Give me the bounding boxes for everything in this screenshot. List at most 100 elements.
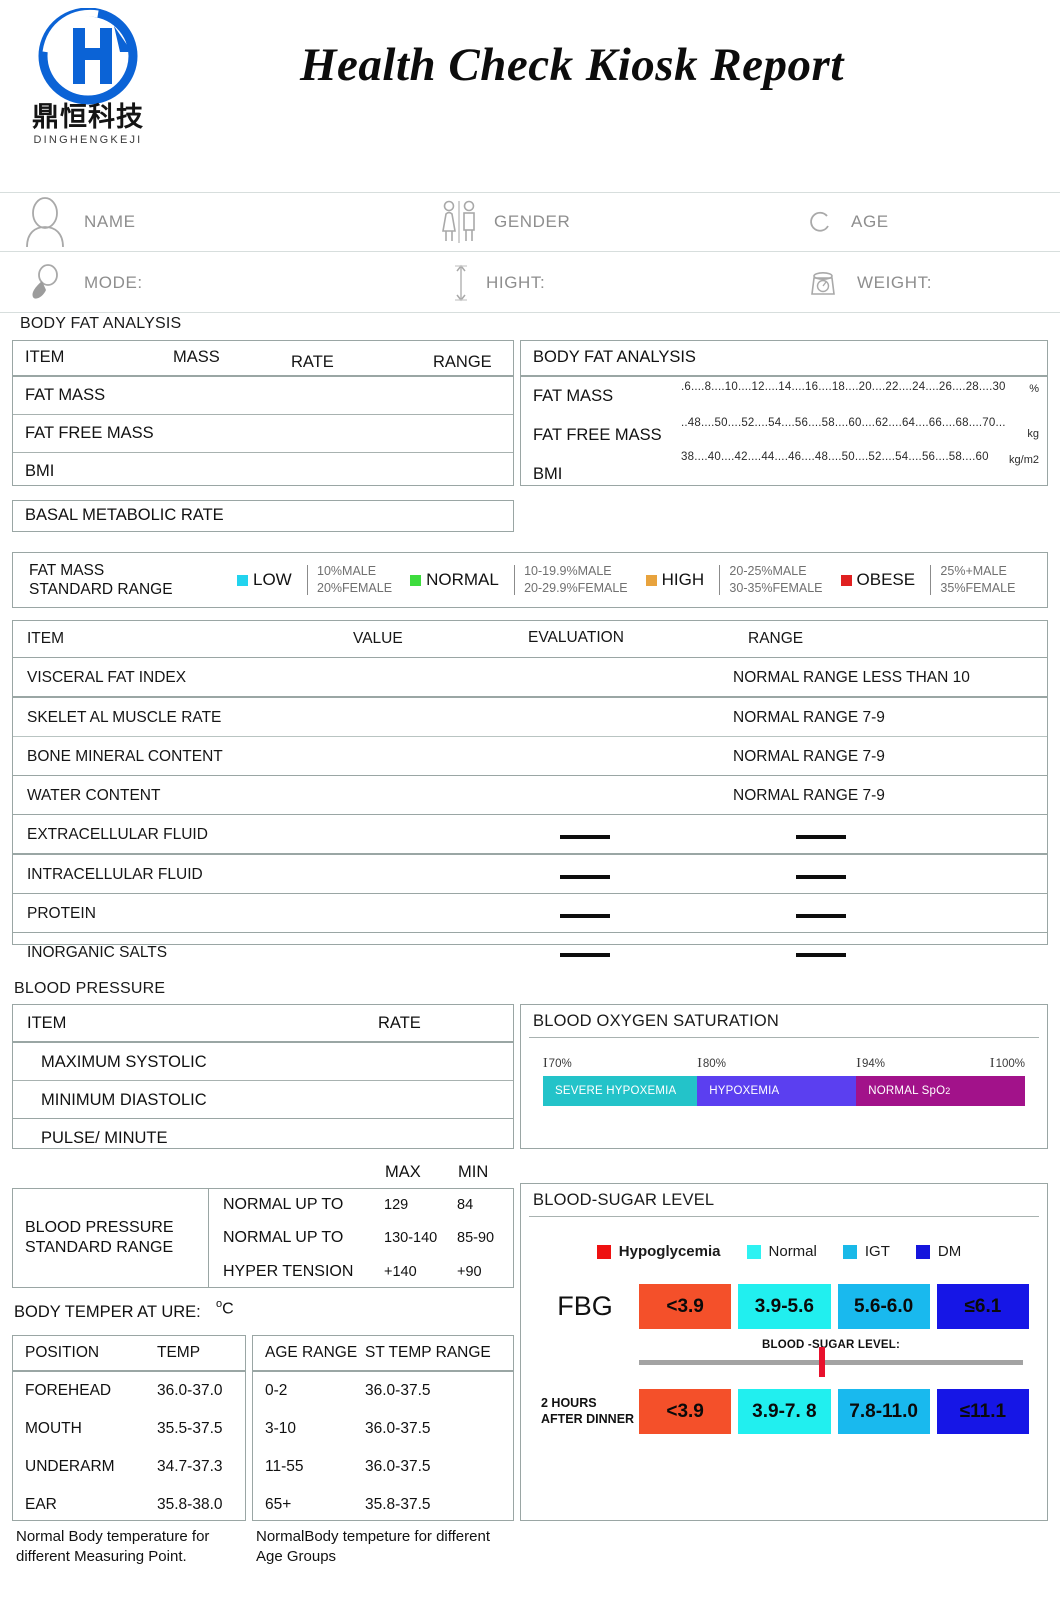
height-field-group[interactable]: HIGHT: bbox=[440, 253, 790, 312]
slider-marker[interactable] bbox=[819, 1347, 825, 1377]
row-label: MAXIMUM SYSTOLIC bbox=[41, 1053, 207, 1072]
basal-metabolic-rate-box: BASAL METABOLIC RATE bbox=[12, 500, 514, 532]
company-logo: 鼎恒科技 DINGHENGKEJI bbox=[18, 8, 158, 146]
weight-scale-icon bbox=[805, 266, 841, 300]
legend-item-normal: Normal bbox=[747, 1243, 817, 1260]
name-field-group[interactable]: NAME bbox=[22, 193, 442, 251]
gender-field-group[interactable]: GENDER bbox=[440, 193, 790, 251]
fbg-row: FBG <3.9 3.9-5.6 5.6-6.0 ≤6.1 bbox=[521, 1284, 1047, 1329]
swatch-dm bbox=[916, 1245, 930, 1259]
col-header-temp-range: ST TEMP RANGE bbox=[365, 1344, 491, 1362]
fbg-cell-dm: ≤6.1 bbox=[937, 1284, 1029, 1329]
swatch-normal bbox=[410, 575, 421, 586]
legend-item-dm: DM bbox=[916, 1243, 961, 1260]
slider-track[interactable] bbox=[639, 1360, 1023, 1365]
post-meal-cell-igt: 7.8-11.0 bbox=[838, 1389, 930, 1434]
row-range: NORMAL RANGE 7-9 bbox=[733, 709, 885, 727]
evaluation-dash bbox=[560, 835, 610, 839]
bp-standard-title: BLOOD PRESSURE STANDARD RANGE bbox=[13, 1189, 209, 1287]
blood-sugar-slider[interactable]: BLOOD -SUGAR LEVEL: bbox=[521, 1339, 1047, 1365]
post-meal-cell-normal: 3.9-7. 8 bbox=[738, 1389, 830, 1434]
body-temperature-label: BODY TEMPER AT URE: bbox=[14, 1303, 201, 1322]
col-header-max: MAX bbox=[385, 1163, 421, 1182]
row-age: 65+ bbox=[265, 1496, 291, 1514]
legend-label: LOW bbox=[253, 570, 292, 590]
table-row: BMI bbox=[13, 453, 513, 490]
legend-item-igt: IGT bbox=[843, 1243, 890, 1260]
row-label: FAT FREE MASS bbox=[25, 424, 154, 443]
panel-title: BODY FAT ANALYSIS bbox=[521, 341, 1047, 375]
table-row: EXTRACELLULAR FLUID bbox=[13, 815, 1047, 853]
row-range: NORMAL RANGE 7-9 bbox=[733, 748, 885, 766]
row-temp: 36.0-37.5 bbox=[365, 1420, 431, 1438]
col-header-age-range: AGE RANGE bbox=[265, 1344, 357, 1362]
row-label: HYPER TENSION bbox=[223, 1263, 353, 1281]
col-header-value: VALUE bbox=[353, 630, 403, 648]
legend-item-low: LOW bbox=[237, 570, 292, 590]
row-range: NORMAL RANGE 7-9 bbox=[733, 787, 885, 805]
weight-field-group[interactable]: WEIGHT: bbox=[805, 253, 1045, 312]
body-fat-left-table: ITEM MASS RATE RANGE FAT MASS FAT FREE M… bbox=[12, 340, 514, 486]
table-row: PROTEIN bbox=[13, 894, 1047, 932]
row-label: INTRACELLULAR FLUID bbox=[27, 866, 203, 884]
legend-divider bbox=[514, 565, 515, 595]
mode-field-group[interactable]: MODE: bbox=[22, 253, 442, 312]
legend-range-obese: 25%+MALE 35%FEMALE bbox=[940, 563, 1015, 597]
scale-ticks: 38....40....42....44....46....48....50..… bbox=[681, 451, 989, 463]
row-label: PULSE/ MINUTE bbox=[41, 1129, 168, 1148]
range-male: 10%MALE bbox=[317, 563, 392, 580]
post-meal-cell-hypoglycemia: <3.9 bbox=[639, 1389, 731, 1434]
bp-standard-column-headers: MAX MIN bbox=[0, 1163, 514, 1185]
gender-label: GENDER bbox=[494, 212, 570, 232]
range-female: 20-29.9%FEMALE bbox=[524, 580, 628, 597]
row-position: EAR bbox=[25, 1496, 57, 1514]
slider-caption: BLOOD -SUGAR LEVEL: bbox=[639, 1339, 1023, 1351]
legend-label: HIGH bbox=[662, 570, 705, 590]
table-header-row: POSITION TEMP bbox=[13, 1336, 245, 1370]
range-male: 25%+MALE bbox=[940, 563, 1015, 580]
legend-range-high: 20-25%MALE 30-35%FEMALE bbox=[729, 563, 822, 597]
range-female: 30-35%FEMALE bbox=[729, 580, 822, 597]
legend-range-low: 10%MALE 20%FEMALE bbox=[317, 563, 392, 597]
bp-std-title-line2: STANDARD RANGE bbox=[25, 1238, 173, 1258]
blood-pressure-section-label: BLOOD PRESSURE bbox=[14, 980, 165, 998]
bp-std-title-line1: BLOOD PRESSURE bbox=[25, 1218, 173, 1238]
body-temperature-unit: oC bbox=[216, 1298, 234, 1318]
scale-unit: kg/m2 bbox=[1009, 454, 1039, 466]
row-temp: 35.5-37.5 bbox=[157, 1420, 223, 1438]
row-max: 130-140 bbox=[384, 1230, 437, 1246]
spo2-tick-100: I100% bbox=[990, 1056, 1025, 1072]
legend-item-obese: OBESE bbox=[841, 570, 916, 590]
spo2-tick-70: I70% bbox=[543, 1056, 572, 1072]
range-dash bbox=[796, 953, 846, 957]
row-temp: 36.0-37.5 bbox=[365, 1382, 431, 1400]
evaluation-dash bbox=[560, 953, 610, 957]
col-header-temp: TEMP bbox=[157, 1344, 200, 1362]
row-label: VISCERAL FAT INDEX bbox=[27, 669, 186, 687]
table-row: EAR 35.8-38.0 bbox=[13, 1486, 245, 1524]
age-field-group[interactable]: AGE bbox=[805, 193, 1045, 251]
col-header-rate: RATE bbox=[291, 353, 334, 372]
swatch-low bbox=[237, 575, 248, 586]
body-fat-scale-table: BODY FAT ANALYSIS FAT MASS .6....8....10… bbox=[520, 340, 1048, 486]
scale-unit: % bbox=[1029, 383, 1039, 395]
table-row: 11-55 36.0-37.5 bbox=[253, 1448, 513, 1486]
temperature-by-age-table: AGE RANGE ST TEMP RANGE 0-2 36.0-37.5 3-… bbox=[252, 1335, 514, 1521]
temperature-by-position-table: POSITION TEMP FOREHEAD 36.0-37.0 MOUTH 3… bbox=[12, 1335, 246, 1521]
row-position: FOREHEAD bbox=[25, 1382, 111, 1400]
table-row: MINIMUM DIASTOLIC bbox=[13, 1081, 513, 1118]
table-row: PULSE/ MINUTE bbox=[13, 1119, 513, 1156]
table-row: NORMAL UP TO 130-140 85-90 bbox=[209, 1222, 513, 1255]
table-row: BONE MINERAL CONTENT NORMAL RANGE 7-9 bbox=[13, 737, 1047, 775]
table-row: FAT FREE MASS bbox=[13, 415, 513, 452]
dingheng-logo-icon bbox=[28, 8, 148, 108]
table-row: INORGANIC SALTS bbox=[13, 933, 1047, 971]
range-dash bbox=[796, 914, 846, 918]
scale-row: FAT MASS .6....8....10....12....14....16… bbox=[521, 377, 1047, 414]
table-row: UNDERARM 34.7-37.3 bbox=[13, 1448, 245, 1486]
range-male: 10-19.9%MALE bbox=[524, 563, 628, 580]
table-row: VISCERAL FAT INDEX NORMAL RANGE LESS THA… bbox=[13, 658, 1047, 696]
celsius-symbol: C bbox=[222, 1300, 234, 1317]
table-header-row: ITEM VALUE EVALUATION RANGE bbox=[13, 621, 1047, 657]
legend-title-line1: FAT MASS bbox=[29, 561, 237, 580]
